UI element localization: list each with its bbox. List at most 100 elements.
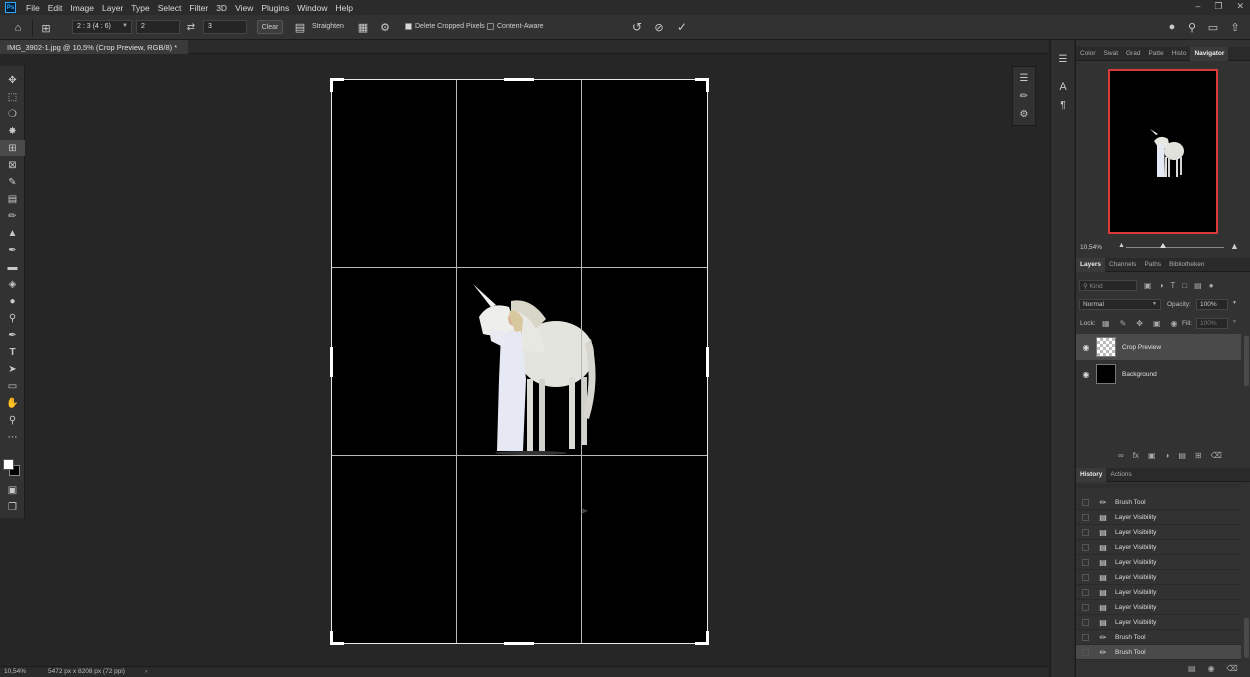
smart-object-filter-icon[interactable]: ▤ bbox=[1194, 281, 1202, 290]
crop-handle-top-left[interactable] bbox=[330, 78, 333, 92]
delete-state-icon[interactable]: ⌫ bbox=[1227, 664, 1238, 673]
rectangle-tool-icon[interactable]: ▭ bbox=[0, 378, 25, 394]
height-ratio-input[interactable]: 3 bbox=[203, 20, 247, 34]
lock-position-icon[interactable]: ✥ bbox=[1136, 319, 1143, 328]
type-tool-icon[interactable]: T bbox=[0, 344, 25, 360]
crop-handle-top-right[interactable] bbox=[706, 78, 709, 92]
paint-bucket-tool-icon[interactable]: ◈ bbox=[0, 276, 25, 292]
close-icon[interactable]: ✕ bbox=[1236, 1, 1244, 12]
adjustments-icon[interactable]: ☰ bbox=[1013, 69, 1035, 87]
aspect-ratio-select[interactable]: 2 : 3 (4 : 6) ▼ bbox=[72, 20, 132, 34]
foreground-color-swatch[interactable] bbox=[3, 459, 14, 470]
character-icon[interactable]: A bbox=[1052, 78, 1074, 96]
search-icon[interactable]: ⚲ bbox=[1185, 20, 1199, 34]
filter-toggle-icon[interactable]: ● bbox=[1209, 281, 1214, 290]
straighten-icon[interactable]: ▤ bbox=[293, 21, 307, 34]
history-item[interactable]: ▤ Layer Visibility bbox=[1076, 570, 1241, 585]
history-item[interactable]: ▤ Layer Visibility bbox=[1076, 510, 1241, 525]
delete-cropped-checkbox[interactable] bbox=[405, 23, 412, 30]
history-item[interactable]: ▤ Layer Visibility bbox=[1076, 555, 1241, 570]
lock-all-icon[interactable]: ◉ bbox=[1171, 319, 1178, 328]
snapshot-icon[interactable]: ◉ bbox=[1208, 664, 1215, 673]
blur-tool-icon[interactable]: ● bbox=[0, 293, 25, 309]
menu-3d[interactable]: 3D bbox=[212, 3, 231, 13]
eye-icon[interactable]: ◉ bbox=[1076, 343, 1096, 352]
history-item-current[interactable]: ✏ Brush Tool bbox=[1076, 645, 1241, 660]
layer-mask-icon[interactable]: ▣ bbox=[1148, 451, 1156, 460]
tab-layers[interactable]: Layers bbox=[1076, 257, 1105, 272]
tab-history[interactable]: History bbox=[1076, 467, 1107, 482]
blend-mode-select[interactable]: Normal ▼ bbox=[1079, 299, 1161, 310]
history-scrollbar[interactable] bbox=[1244, 618, 1249, 658]
home-icon[interactable]: ⌂ bbox=[10, 20, 26, 36]
tab-histogram[interactable]: Histo bbox=[1168, 47, 1191, 61]
dodge-tool-icon[interactable]: ⚲ bbox=[0, 310, 25, 326]
status-zoom[interactable]: 10,54% bbox=[4, 668, 26, 675]
libraries-icon[interactable]: ☰ bbox=[1052, 50, 1074, 68]
status-chevron-icon[interactable]: › bbox=[145, 668, 147, 675]
lasso-tool-icon[interactable]: ❍ bbox=[0, 106, 25, 122]
overlay-grid-icon[interactable]: ▦ bbox=[356, 20, 370, 34]
crop-handle-bottom-left[interactable] bbox=[330, 631, 333, 645]
layers-scrollbar[interactable] bbox=[1244, 336, 1249, 386]
layer-row-crop-preview[interactable]: ◉ Crop Preview bbox=[1076, 334, 1241, 360]
history-snapshot-checkbox[interactable] bbox=[1082, 588, 1089, 596]
history-brush-tool-icon[interactable]: ✒ bbox=[0, 242, 25, 258]
layer-row-background[interactable]: ◉ Background bbox=[1076, 361, 1241, 387]
menu-layer[interactable]: Layer bbox=[98, 3, 127, 13]
content-aware-checkbox[interactable] bbox=[487, 23, 494, 30]
menu-select[interactable]: Select bbox=[154, 3, 186, 13]
crop-preview-image[interactable] bbox=[330, 78, 709, 645]
tab-swatches[interactable]: Swat bbox=[1100, 47, 1122, 61]
document-tab[interactable]: IMG_3902-1.jpg @ 10,5% (Crop Preview, RG… bbox=[0, 40, 188, 54]
crop-handle-left[interactable] bbox=[330, 347, 333, 377]
marquee-tool-icon[interactable]: ⬚ bbox=[0, 89, 25, 105]
frame-tool-icon[interactable]: ⊠ bbox=[0, 157, 25, 173]
history-snapshot-checkbox[interactable] bbox=[1082, 603, 1089, 611]
new-document-from-state-icon[interactable]: ▤ bbox=[1188, 664, 1196, 673]
history-snapshot-checkbox[interactable] bbox=[1082, 618, 1089, 626]
adjustment-layer-icon[interactable]: ◑ bbox=[1165, 451, 1170, 460]
adjustment-filter-icon[interactable]: ◑ bbox=[1159, 281, 1164, 290]
history-snapshot-checkbox[interactable] bbox=[1082, 633, 1089, 641]
learn-icon[interactable]: ● bbox=[1165, 20, 1179, 34]
lock-image-icon[interactable]: ✎ bbox=[1120, 319, 1127, 328]
pen-tool-icon[interactable]: ✒ bbox=[0, 327, 25, 343]
history-snapshot-checkbox[interactable] bbox=[1082, 528, 1089, 536]
new-layer-icon[interactable]: ⊞ bbox=[1195, 451, 1202, 460]
opacity-input[interactable]: 100% bbox=[1196, 299, 1228, 310]
history-item[interactable]: ▤ Layer Visibility bbox=[1076, 615, 1241, 630]
quick-mask-icon[interactable]: ▣ bbox=[0, 482, 25, 498]
history-item[interactable]: ▤ Layer Visibility bbox=[1076, 585, 1241, 600]
history-snapshot-checkbox[interactable] bbox=[1082, 498, 1089, 506]
paragraph-icon[interactable]: ¶ bbox=[1052, 96, 1074, 114]
menu-help[interactable]: Help bbox=[331, 3, 356, 13]
history-snapshot-checkbox[interactable] bbox=[1082, 573, 1089, 581]
fill-input[interactable]: 100% bbox=[1196, 318, 1228, 329]
menu-file[interactable]: File bbox=[22, 3, 44, 13]
menu-image[interactable]: Image bbox=[66, 3, 98, 13]
swap-icon[interactable]: ⇄ bbox=[185, 21, 197, 33]
tab-libraries[interactable]: Bibliotheken bbox=[1165, 258, 1208, 272]
history-snapshot-checkbox[interactable] bbox=[1082, 543, 1089, 551]
pixel-filter-icon[interactable]: ▣ bbox=[1144, 281, 1152, 290]
crop-handle-bottom-right[interactable] bbox=[706, 631, 709, 645]
eraser-tool-icon[interactable]: ▬ bbox=[0, 259, 25, 275]
properties-icon[interactable]: ⚙ bbox=[1013, 105, 1035, 123]
menu-plugins[interactable]: Plugins bbox=[257, 3, 293, 13]
zoom-slider-handle[interactable] bbox=[1160, 243, 1166, 248]
brush-settings-icon[interactable]: ✏ bbox=[1013, 87, 1035, 105]
crop-border[interactable] bbox=[331, 79, 708, 644]
crop-handle-top[interactable] bbox=[504, 78, 534, 81]
commit-check-icon[interactable]: ✓ bbox=[675, 20, 689, 34]
history-item[interactable]: ✏ Brush Tool bbox=[1076, 630, 1241, 645]
zoom-in-icon[interactable]: ▲ bbox=[1230, 241, 1239, 251]
screen-mode-icon[interactable]: ❐ bbox=[0, 499, 25, 515]
menu-view[interactable]: View bbox=[231, 3, 257, 13]
history-item[interactable]: ▤ Layer Visibility bbox=[1076, 525, 1241, 540]
layer-kind-filter[interactable]: ⚲ Kind bbox=[1079, 280, 1137, 291]
chevron-down-icon[interactable]: ▼ bbox=[1232, 300, 1237, 306]
menu-window[interactable]: Window bbox=[293, 3, 331, 13]
history-snapshot-checkbox[interactable] bbox=[1082, 513, 1089, 521]
quick-select-tool-icon[interactable]: ✸ bbox=[0, 123, 25, 139]
